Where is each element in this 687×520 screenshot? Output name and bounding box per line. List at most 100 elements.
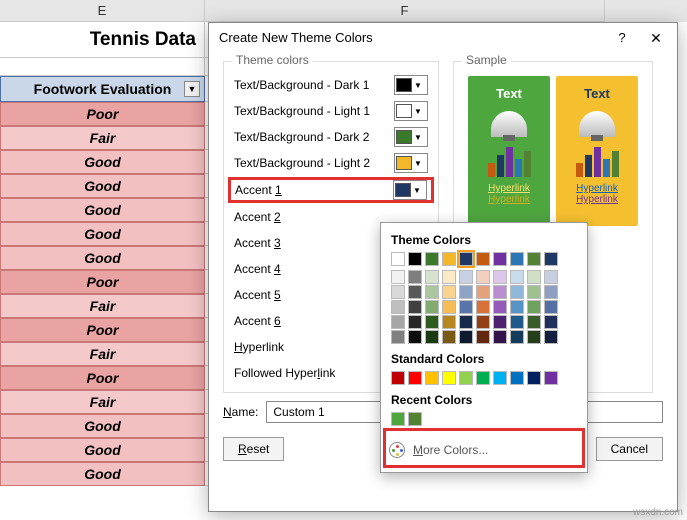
help-button[interactable]: ?	[607, 23, 637, 53]
color-swatch[interactable]	[391, 270, 405, 284]
table-row[interactable]: Fair	[0, 126, 205, 150]
color-swatch[interactable]	[408, 252, 422, 266]
color-swatch[interactable]	[527, 270, 541, 284]
color-swatch[interactable]	[476, 315, 490, 329]
color-swatch[interactable]	[459, 330, 473, 344]
color-swatch[interactable]	[425, 300, 439, 314]
color-swatch[interactable]	[391, 285, 405, 299]
color-swatch[interactable]	[527, 315, 541, 329]
color-swatch[interactable]	[391, 412, 405, 426]
color-swatch[interactable]	[493, 285, 507, 299]
color-swatch[interactable]	[425, 315, 439, 329]
color-swatch[interactable]	[425, 330, 439, 344]
color-swatch[interactable]	[544, 330, 558, 344]
more-colors-button[interactable]: More Colors...	[381, 436, 587, 464]
close-button[interactable]: ✕	[641, 23, 671, 53]
color-swatch[interactable]	[527, 330, 541, 344]
color-swatch[interactable]	[544, 300, 558, 314]
color-swatch[interactable]	[510, 270, 524, 284]
color-swatch[interactable]	[391, 300, 405, 314]
color-swatch[interactable]	[425, 371, 439, 385]
color-swatch[interactable]	[425, 270, 439, 284]
table-row[interactable]: Poor	[0, 270, 205, 294]
table-row[interactable]: Poor	[0, 102, 205, 126]
color-swatch[interactable]	[510, 285, 524, 299]
color-swatch[interactable]	[476, 300, 490, 314]
color-swatch[interactable]	[493, 300, 507, 314]
color-swatch[interactable]	[544, 252, 558, 266]
color-swatch[interactable]	[476, 252, 490, 266]
table-row[interactable]: Good	[0, 198, 205, 222]
color-swatch-button[interactable]: ▼	[394, 75, 428, 95]
table-row[interactable]: Poor	[0, 318, 205, 342]
color-swatch[interactable]	[408, 315, 422, 329]
table-row[interactable]: Good	[0, 246, 205, 270]
filter-dropdown-icon[interactable]: ▼	[184, 81, 200, 97]
color-swatch[interactable]	[391, 252, 405, 266]
color-swatch-button[interactable]: ▼	[393, 180, 427, 200]
table-row[interactable]: Good	[0, 438, 205, 462]
color-swatch[interactable]	[510, 330, 524, 344]
table-row[interactable]: Good	[0, 462, 205, 486]
color-swatch-button[interactable]: ▼	[394, 153, 428, 173]
color-swatch[interactable]	[493, 371, 507, 385]
color-swatch[interactable]	[459, 252, 473, 266]
color-swatch[interactable]	[442, 270, 456, 284]
table-row[interactable]: Fair	[0, 390, 205, 414]
color-swatch[interactable]	[527, 252, 541, 266]
color-swatch[interactable]	[459, 285, 473, 299]
color-swatch[interactable]	[425, 285, 439, 299]
color-swatch[interactable]	[408, 270, 422, 284]
table-header[interactable]: Footwork Evaluation ▼	[0, 76, 205, 102]
color-swatch[interactable]	[544, 371, 558, 385]
color-swatch[interactable]	[442, 315, 456, 329]
color-swatch[interactable]	[459, 315, 473, 329]
color-swatch-button[interactable]: ▼	[394, 127, 428, 147]
color-swatch-button[interactable]: ▼	[394, 101, 428, 121]
color-swatch[interactable]	[391, 371, 405, 385]
color-swatch[interactable]	[442, 300, 456, 314]
cancel-button[interactable]: Cancel	[596, 437, 663, 461]
color-swatch[interactable]	[510, 252, 524, 266]
color-swatch[interactable]	[442, 371, 456, 385]
color-swatch[interactable]	[459, 371, 473, 385]
color-swatch[interactable]	[527, 285, 541, 299]
color-swatch[interactable]	[544, 270, 558, 284]
color-swatch[interactable]	[510, 315, 524, 329]
color-swatch[interactable]	[391, 315, 405, 329]
table-row[interactable]: Good	[0, 150, 205, 174]
color-swatch[interactable]	[476, 285, 490, 299]
color-swatch[interactable]	[442, 252, 456, 266]
color-swatch[interactable]	[527, 300, 541, 314]
color-swatch[interactable]	[408, 285, 422, 299]
color-swatch[interactable]	[493, 315, 507, 329]
color-swatch[interactable]	[459, 300, 473, 314]
color-swatch[interactable]	[493, 252, 507, 266]
color-swatch[interactable]	[493, 330, 507, 344]
color-swatch[interactable]	[476, 330, 490, 344]
table-row[interactable]: Fair	[0, 294, 205, 318]
color-swatch[interactable]	[408, 300, 422, 314]
color-swatch[interactable]	[442, 330, 456, 344]
color-swatch[interactable]	[544, 285, 558, 299]
color-swatch[interactable]	[459, 270, 473, 284]
color-swatch[interactable]	[408, 371, 422, 385]
color-swatch[interactable]	[442, 285, 456, 299]
color-swatch[interactable]	[476, 270, 490, 284]
color-swatch[interactable]	[425, 252, 439, 266]
color-swatch[interactable]	[510, 300, 524, 314]
color-swatch[interactable]	[527, 371, 541, 385]
color-swatch[interactable]	[476, 371, 490, 385]
table-row[interactable]: Good	[0, 414, 205, 438]
color-swatch[interactable]	[391, 330, 405, 344]
table-row[interactable]: Good	[0, 174, 205, 198]
table-row[interactable]: Fair	[0, 342, 205, 366]
reset-button[interactable]: Reset	[223, 437, 284, 461]
col-f-header[interactable]: F	[205, 0, 605, 22]
color-swatch[interactable]	[510, 371, 524, 385]
col-e-header[interactable]: E	[0, 0, 205, 22]
color-swatch[interactable]	[408, 330, 422, 344]
color-swatch[interactable]	[544, 315, 558, 329]
table-row[interactable]: Good	[0, 222, 205, 246]
color-swatch[interactable]	[493, 270, 507, 284]
